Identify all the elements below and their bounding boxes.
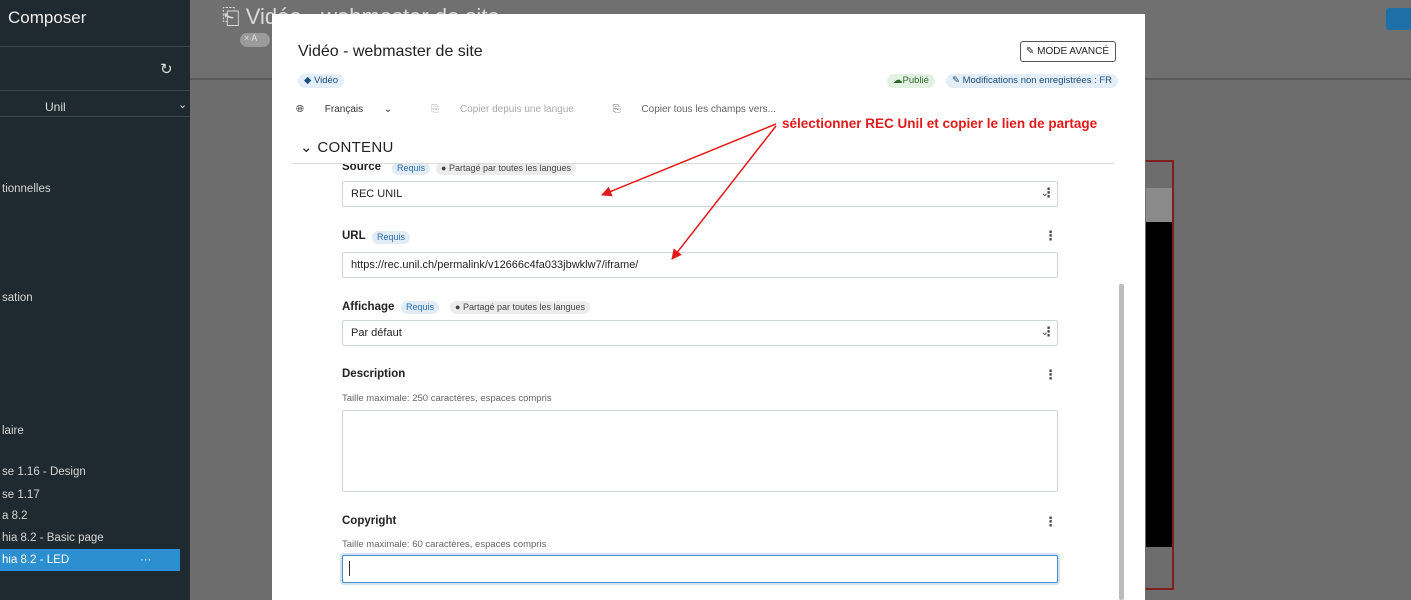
section-toggle[interactable]: ⌄ CONTENU bbox=[300, 138, 394, 156]
sidebar-item[interactable]: laire bbox=[0, 425, 180, 437]
sidebar-item-label: hia 8.2 - LED bbox=[2, 554, 70, 566]
shared-badge: ● Partagé par toutes les langues bbox=[450, 301, 591, 314]
modified-badge: ✎ Modifications non enregistrées : FR bbox=[946, 74, 1119, 88]
chevron-down-icon: ⌄ bbox=[300, 139, 313, 156]
sidebar-item-label: se 1.17 bbox=[2, 489, 40, 501]
section-title: CONTENU bbox=[317, 139, 394, 156]
edit-modal: Vidéo - webmaster de site ✎ MODE AVANCÉ … bbox=[272, 14, 1145, 600]
sidebar-item-label: sation bbox=[2, 292, 33, 304]
globe-icon: ● bbox=[441, 164, 447, 173]
copyright-hint: Taille maximale: 60 caractères, espaces … bbox=[342, 539, 547, 550]
sidebar-item[interactable]: se 1.17 bbox=[0, 489, 180, 501]
copyright-input[interactable] bbox=[342, 555, 1058, 583]
sidebar-item-label: a 8.2 bbox=[2, 510, 28, 522]
kebab-icon[interactable]: ⋮ bbox=[1044, 367, 1057, 383]
text-caret bbox=[349, 561, 350, 576]
display-select[interactable]: Par défaut ⌄ bbox=[342, 320, 1058, 346]
globe-icon: ● bbox=[455, 302, 461, 312]
content-form: Source Requis ● Partagé par toutes les l… bbox=[272, 164, 1145, 600]
required-badge: Requis bbox=[392, 164, 431, 175]
page-chip[interactable]: × A bbox=[240, 33, 270, 47]
chevron-down-icon: ⌄ bbox=[383, 104, 393, 115]
modal-header: Vidéo - webmaster de site ✎ MODE AVANCÉ … bbox=[272, 14, 1145, 164]
copyright-label: Copyright bbox=[342, 515, 397, 527]
refresh-icon[interactable]: ↻ bbox=[160, 60, 173, 78]
sidebar-divider bbox=[0, 90, 190, 91]
kebab-icon[interactable]: ⋮ bbox=[1042, 185, 1055, 201]
sidebar-divider bbox=[0, 116, 190, 117]
scrollbar[interactable] bbox=[1119, 284, 1124, 600]
sidebar-item-label: hia 8.2 - Basic page bbox=[2, 532, 104, 544]
annotation-text: sélectionner REC Unil et copier le lien … bbox=[782, 116, 1098, 131]
content-type-badge: ◆ Vidéo bbox=[298, 74, 345, 88]
sidebar-item-label: laire bbox=[2, 425, 24, 437]
sidebar-divider bbox=[0, 46, 190, 47]
url-label: URL bbox=[342, 230, 366, 242]
sidebar-item-active[interactable]: hia 8.2 - LED ··· bbox=[0, 549, 180, 571]
globe-icon: 🌐︎ bbox=[296, 104, 304, 115]
video-preview bbox=[1146, 222, 1172, 547]
description-hint: Taille maximale: 250 caractères, espaces… bbox=[342, 393, 552, 404]
sidebar-item-label: se 1.16 - Design bbox=[2, 466, 86, 478]
site-select[interactable]: Unil bbox=[45, 100, 66, 114]
language-select[interactable]: 🌐︎ Français ⌄ bbox=[296, 104, 413, 115]
kebab-icon[interactable]: ⋮ bbox=[1044, 514, 1057, 530]
modal-title: Vidéo - webmaster de site bbox=[298, 43, 483, 60]
preview-bar bbox=[1146, 188, 1172, 222]
copy-icon: ⎘ bbox=[431, 104, 440, 115]
display-label: Affichage bbox=[342, 301, 395, 313]
required-badge: Requis bbox=[401, 301, 440, 314]
required-badge: Requis bbox=[372, 231, 411, 244]
copy-from-language-button[interactable]: ⎘ Copier depuis une langue bbox=[431, 104, 595, 115]
kebab-icon[interactable]: ⋮ bbox=[1044, 228, 1057, 244]
source-select[interactable]: REC UNIL ⌄ bbox=[342, 181, 1058, 207]
copy-all-fields-button[interactable]: ⎘ Copier tous les champs vers... bbox=[613, 104, 794, 115]
sidebar-item[interactable]: se 1.16 - Design bbox=[0, 466, 180, 478]
cloud-icon: ☁ bbox=[893, 75, 903, 86]
description-label: Description bbox=[342, 368, 406, 380]
sidebar-item[interactable]: tionnelles bbox=[0, 183, 180, 195]
more-icon[interactable]: ··· bbox=[140, 549, 152, 571]
source-label: Source bbox=[342, 164, 381, 173]
language-toolbar: 🌐︎ Français ⌄ ⎘ Copier depuis une langue… bbox=[296, 104, 812, 115]
sidebar-item[interactable]: a 8.2 bbox=[0, 510, 180, 522]
advanced-mode-button[interactable]: ✎ MODE AVANCÉ bbox=[1020, 41, 1117, 62]
sidebar-item-label: tionnelles bbox=[2, 183, 51, 195]
sidebar-item[interactable]: sation bbox=[0, 292, 180, 304]
kebab-icon[interactable]: ⋮ bbox=[1042, 324, 1055, 340]
description-textarea[interactable] bbox=[342, 410, 1058, 492]
pencil-icon: ✎ bbox=[1026, 46, 1035, 57]
pencil-icon: ✎ bbox=[952, 75, 960, 86]
url-input[interactable]: https://rec.unil.ch/permalink/v12666c4fa… bbox=[342, 252, 1058, 278]
published-badge: ☁Publié bbox=[887, 74, 935, 88]
shared-badge: ● Partagé par toutes les langues bbox=[436, 164, 577, 175]
sidebar-item[interactable]: hia 8.2 - Basic page bbox=[0, 532, 180, 544]
app-title: Composer bbox=[8, 8, 87, 27]
publish-button[interactable] bbox=[1386, 8, 1411, 30]
video-icon: ◆ bbox=[304, 75, 312, 86]
copy-icon: ⎘ bbox=[612, 104, 621, 115]
chevron-down-icon[interactable]: ⌄ bbox=[178, 98, 187, 111]
sidebar: Composer ↻ Unil ⌄ tionnelles sation lair… bbox=[0, 0, 190, 600]
